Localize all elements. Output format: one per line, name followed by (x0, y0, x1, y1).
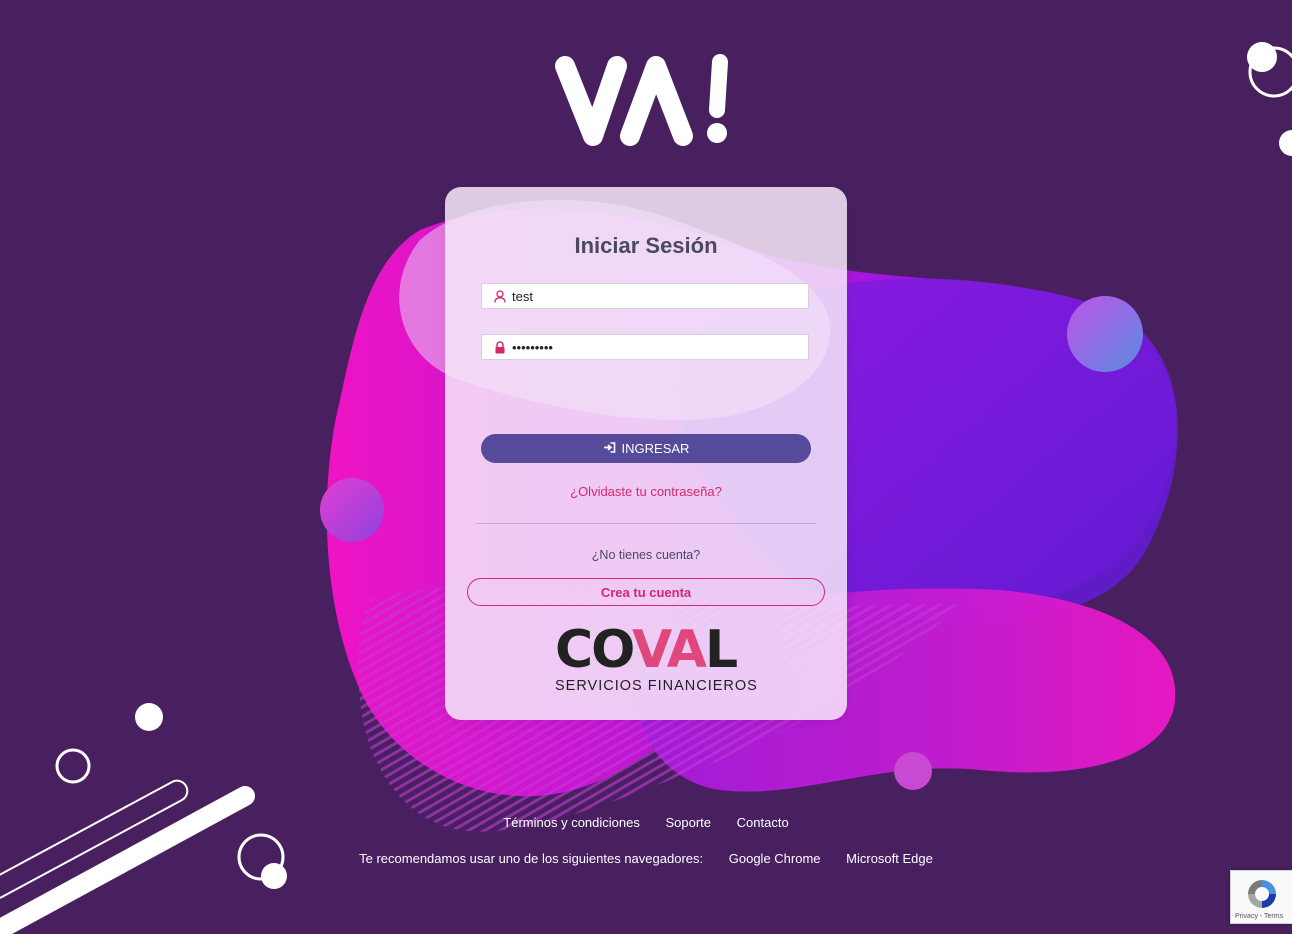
divider (476, 523, 816, 524)
footer-links: Términos y condiciones Soporte Contacto (0, 815, 1292, 830)
sign-in-icon (603, 441, 616, 456)
forgot-password-link[interactable]: ¿Olvidaste tu contraseña? (445, 484, 847, 499)
login-page: Iniciar Sesión test ••••••••• INGRESAR ¿… (0, 0, 1292, 934)
coval-logo: COVAL SERVICIOS FINANCIEROS (555, 620, 758, 700)
contact-link[interactable]: Contacto (737, 815, 789, 830)
create-account-button[interactable]: Crea tu cuenta (467, 578, 825, 606)
login-button-label: INGRESAR (621, 441, 690, 456)
password-input[interactable] (510, 336, 802, 358)
recaptcha-text[interactable]: Privacy - Terms (1235, 913, 1283, 920)
recaptcha-badge[interactable]: Privacy - Terms (1230, 870, 1292, 924)
password-field[interactable] (481, 334, 809, 360)
brand-logo (555, 54, 728, 146)
login-card: Iniciar Sesión test ••••••••• INGRESAR ¿… (445, 187, 847, 720)
browsers-label: Te recomendamos usar uno de los siguient… (359, 851, 704, 866)
lock-icon (490, 337, 510, 357)
login-button[interactable]: INGRESAR (481, 434, 811, 463)
support-link[interactable]: Soporte (665, 815, 711, 830)
recaptcha-icon (1248, 880, 1276, 908)
chrome-link[interactable]: Google Chrome (729, 851, 821, 866)
terms-link[interactable]: Términos y condiciones (503, 815, 640, 830)
username-input[interactable] (510, 285, 802, 307)
coval-wordmark: COVAL (555, 620, 738, 680)
edge-link[interactable]: Microsoft Edge (846, 851, 933, 866)
no-account-text: ¿No tienes cuenta? (591, 548, 701, 562)
browser-recommendation: Te recomendamos usar uno de los siguient… (0, 851, 1292, 866)
login-title: Iniciar Sesión (574, 233, 718, 258)
coval-tagline: SERVICIOS FINANCIEROS (555, 678, 758, 694)
username-field[interactable] (481, 283, 809, 309)
user-icon (490, 286, 510, 306)
